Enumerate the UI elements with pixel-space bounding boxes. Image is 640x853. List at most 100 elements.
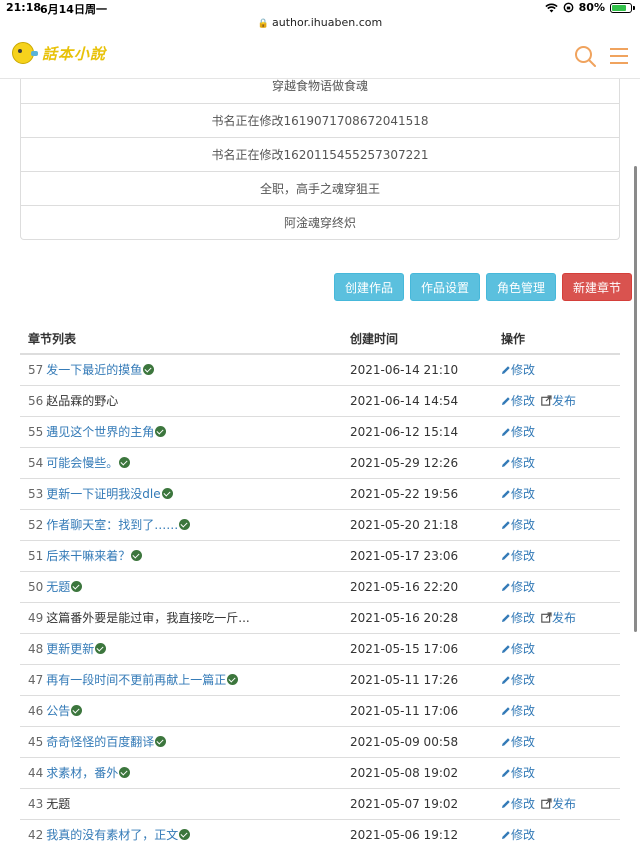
table-row: 55 遇见这个世界的主角 2021-06-12 15:14 修改: [20, 415, 620, 447]
edit-link[interactable]: 修改: [501, 363, 535, 377]
chapter-actions: 修改: [493, 508, 620, 540]
chapter-title[interactable]: 奇奇怪怪的百度翻译: [46, 735, 154, 749]
edit-label: 修改: [511, 363, 536, 378]
battery-percent: 80%: [578, 1, 605, 14]
chapter-number: 55: [28, 425, 44, 439]
edit-link[interactable]: 修改: [501, 456, 535, 470]
status-indicators: 80%: [544, 1, 635, 14]
pencil-icon: [502, 738, 510, 746]
chapter-time: 2021-05-07 19:02: [342, 787, 493, 819]
chapter-actions: 修改 发布: [493, 787, 620, 819]
create-work-button[interactable]: 创建作品: [334, 273, 405, 301]
site-logo[interactable]: 話本小說: [12, 42, 106, 64]
edit-label: 修改: [511, 642, 536, 656]
chapter-title-cell: 53 更新一下证明我没dle: [20, 477, 342, 509]
work-list-item[interactable]: 书名正在修改1619071708672041518: [21, 103, 619, 137]
work-list-item[interactable]: 阿淦魂穿终炽: [21, 205, 619, 239]
chapter-title-cell: 43 无题: [20, 787, 342, 819]
chapter-title[interactable]: 更新更新: [46, 642, 94, 656]
edit-link[interactable]: 修改: [501, 580, 535, 594]
chapter-number: 48: [28, 642, 44, 656]
pencil-icon: [502, 676, 510, 684]
chapter-title[interactable]: 遇见这个世界的主角: [46, 425, 154, 439]
chapter-actions: 修改: [493, 694, 620, 726]
edit-link[interactable]: 修改: [501, 425, 535, 439]
chapter-title[interactable]: 更新一下证明我没dle: [46, 487, 160, 501]
external-link-icon: [541, 395, 552, 406]
pencil-icon: [502, 397, 510, 405]
edit-link[interactable]: 修改: [501, 766, 535, 780]
chapter-time: 2021-05-06 19:12: [342, 818, 493, 850]
chapter-title[interactable]: 公告: [46, 704, 70, 718]
table-header-row: 章节列表 创建时间 操作: [20, 323, 620, 355]
wifi-icon: [544, 3, 558, 12]
table-row: 52 作者聊天室：找到了…… 2021-05-20 21:18 修改: [20, 508, 620, 540]
edit-link[interactable]: 修改: [501, 673, 535, 687]
edit-link[interactable]: 修改: [501, 735, 535, 749]
chapter-title[interactable]: 可能会慢些。: [46, 456, 118, 470]
edit-link[interactable]: 修改: [501, 797, 535, 811]
chapter-title[interactable]: 我真的没有素材了，正文: [46, 828, 178, 842]
chapter-title[interactable]: 作者聊天室：找到了……: [46, 518, 178, 532]
chapter-title-cell: 47 再有一段时间不更前再献上一篇正: [20, 663, 342, 695]
table-row: 50 无题 2021-05-16 22:20 修改: [20, 570, 620, 602]
chapter-time: 2021-05-08 19:02: [342, 756, 493, 788]
table-row: 44 求素材，番外 2021-05-08 19:02 修改: [20, 756, 620, 788]
chapter-title[interactable]: 后来干嘛来着？: [46, 549, 130, 563]
chapter-actions: 修改: [493, 415, 620, 447]
orientation-lock-icon: [563, 2, 574, 13]
chapter-time: 2021-05-11 17:26: [342, 663, 493, 695]
chapter-number: 44: [28, 766, 44, 780]
pencil-icon: [502, 366, 510, 375]
published-check-icon: [71, 705, 83, 716]
chapter-time: 2021-05-16 22:20: [342, 570, 493, 602]
works-list: 穿越食物语做食魂 书名正在修改1619071708672041518 书名正在修改1…: [20, 79, 620, 240]
chapter-title-cell: 52 作者聊天室：找到了……: [20, 508, 342, 540]
table-row: 43 无题 2021-05-07 19:02 修改 发布: [20, 787, 620, 819]
role-manage-button[interactable]: 角色管理: [486, 273, 557, 301]
chapter-actions: 修改: [493, 477, 620, 509]
chapter-title[interactable]: 再有一段时间不更前再献上一篇正: [46, 673, 226, 687]
action-buttons: 创建作品 作品设置 角色管理 新建章节: [334, 273, 633, 301]
edit-link[interactable]: 修改: [501, 394, 535, 408]
chapter-actions: 修改: [493, 725, 620, 757]
chapter-number: 46: [28, 704, 44, 718]
work-settings-button[interactable]: 作品设置: [410, 273, 481, 301]
edit-link[interactable]: 修改: [501, 549, 535, 563]
menu-icon[interactable]: [609, 46, 629, 66]
publish-link[interactable]: 发布: [541, 797, 576, 811]
edit-link[interactable]: 修改: [501, 518, 535, 532]
edit-link[interactable]: 修改: [501, 704, 535, 718]
publish-link[interactable]: 发布: [541, 394, 576, 408]
page-scrollbar[interactable]: [634, 166, 637, 632]
edit-link[interactable]: 修改: [501, 828, 535, 842]
chapter-title[interactable]: 无题: [46, 580, 70, 594]
publish-link[interactable]: 发布: [541, 611, 576, 625]
edit-link[interactable]: 修改: [501, 611, 535, 625]
edit-label: 修改: [511, 735, 536, 749]
chapter-time: 2021-05-11 17:06: [342, 694, 493, 726]
chapter-title[interactable]: 求素材，番外: [46, 766, 118, 780]
edit-label: 修改: [511, 549, 536, 563]
edit-label: 修改: [511, 394, 536, 408]
search-icon[interactable]: [574, 45, 596, 67]
table-row: 57 发一下最近的摸鱼 2021-06-14 21:10 修改: [20, 353, 620, 385]
edit-label: 修改: [511, 611, 536, 625]
edit-link[interactable]: 修改: [501, 487, 535, 501]
address-bar[interactable]: 🔒 author.ihuaben.com: [0, 16, 640, 32]
chapter-actions: 修改: [493, 353, 620, 385]
new-chapter-button[interactable]: 新建章节: [562, 273, 633, 301]
chapter-title-cell: 56 赵品霖的野心: [20, 384, 342, 416]
chapter-title[interactable]: 发一下最近的摸鱼: [46, 363, 142, 377]
work-list-item[interactable]: 书名正在修改1620115455257307221: [21, 137, 619, 171]
header-chapter-list: 章节列表: [20, 323, 342, 355]
work-list-item[interactable]: 全职，高手之魂穿狙王: [21, 171, 619, 205]
publish-label: 发布: [552, 394, 577, 408]
chapter-number: 51: [28, 549, 44, 563]
work-list-item[interactable]: 穿越食物语做食魂: [21, 79, 619, 103]
external-link-icon: [541, 612, 552, 623]
chapter-time: 2021-05-20 21:18: [342, 508, 493, 540]
chapter-number: 45: [28, 735, 44, 749]
edit-link[interactable]: 修改: [501, 642, 535, 656]
chapter-actions: 修改: [493, 570, 620, 602]
